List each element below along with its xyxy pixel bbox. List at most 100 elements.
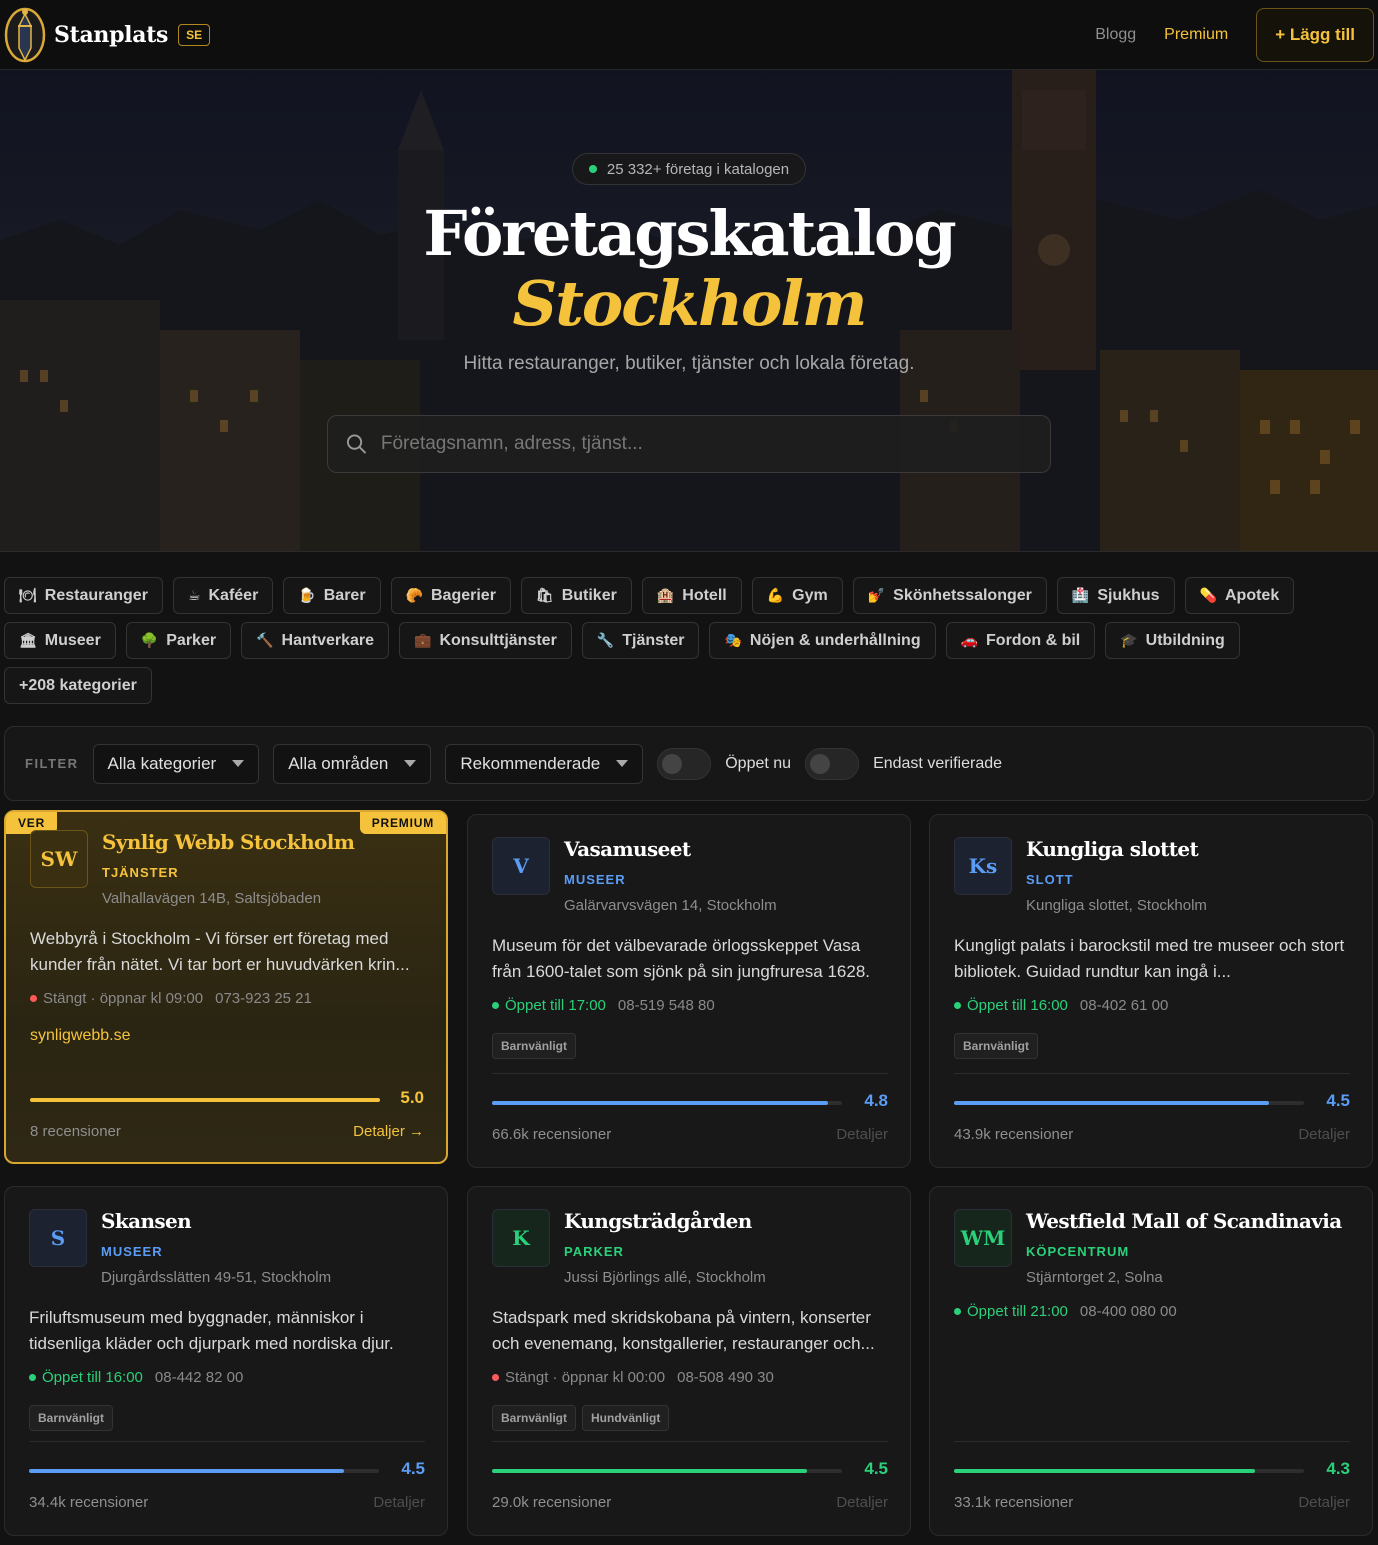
category-icon: 💼 xyxy=(414,632,432,648)
details-link[interactable]: Detaljer → xyxy=(353,1123,424,1140)
listing-card[interactable]: VER PREMIUM SW Synlig Webb Stockholm TJÄNSTE… xyxy=(4,810,448,1164)
category-chip[interactable]: 💅 Skönhetssalonger xyxy=(852,577,1047,614)
category-chip[interactable]: 💼 Konsulttjänster xyxy=(399,622,572,659)
listing-title[interactable]: Synlig Webb Stockholm xyxy=(102,830,355,854)
details-link[interactable]: Detaljer xyxy=(836,1494,888,1511)
filter-label: FILTER xyxy=(25,756,79,771)
category-icon: 🥐 xyxy=(405,587,423,603)
category-chip[interactable]: 🏥 Sjukhus xyxy=(1056,577,1175,614)
phone-number[interactable]: 08-508 490 30 xyxy=(677,1369,774,1386)
add-listing-button[interactable]: + Lägg till xyxy=(1256,8,1374,62)
listing-card[interactable]: WM Westfield Mall of Scandinavia KÖPCENTRU… xyxy=(929,1186,1373,1536)
category-chip-label: Utbildning xyxy=(1145,631,1225,649)
feature-badges: Barnvänligt Hundvänligt xyxy=(492,1405,670,1431)
phone-number[interactable]: 08-402 61 00 xyxy=(1080,997,1168,1014)
listing-card[interactable]: V Vasamuseet MUSEER Galärvarvsvägen 14, Sto… xyxy=(467,814,911,1168)
status-text: Öppet till 21:00 xyxy=(967,1303,1068,1320)
hero-search-bar[interactable] xyxy=(327,415,1051,473)
category-icon: 💪 xyxy=(766,587,785,603)
category-chip[interactable]: ☕ Kaféer xyxy=(172,577,274,614)
category-chip[interactable]: 🚗 Fordon & bil xyxy=(945,622,1096,659)
avatar: Ks xyxy=(954,837,1012,895)
category-chip[interactable]: 💊 Apotek xyxy=(1184,577,1295,614)
phone-number[interactable]: 073-923 25 21 xyxy=(215,990,312,1007)
area-select-value: Alla områden xyxy=(288,753,389,773)
category-chip-label: Barer xyxy=(323,586,366,604)
chevron-down-icon xyxy=(616,760,629,767)
category-chip-label: Fordon & bil xyxy=(986,631,1081,649)
listing-title[interactable]: Kungsträdgården xyxy=(564,1209,752,1233)
verified-only-label: Endast verifierade xyxy=(873,754,1003,772)
opening-status: Öppet till 16:00 08-402 61 00 xyxy=(954,997,1168,1014)
category-chip[interactable]: 🍺 Barer xyxy=(283,577,381,614)
category-chip-label: Hantverkare xyxy=(281,631,375,649)
category-chip-label: Butiker xyxy=(561,586,617,604)
listing-title[interactable]: Westfield Mall of Scandinavia xyxy=(1026,1209,1342,1233)
category-icon: 💊 xyxy=(1199,587,1217,603)
brand-name: Stanplats xyxy=(54,21,169,48)
logo-link[interactable]: Stanplats SE xyxy=(4,4,211,66)
avatar: K xyxy=(492,1209,550,1267)
status-text: Stängt · öppnar kl 09:00 xyxy=(43,990,204,1007)
listing-title[interactable]: Vasamuseet xyxy=(564,837,691,861)
category-chip[interactable]: 💪 Gym xyxy=(751,577,843,614)
category-chip[interactable]: 🛍 Butiker xyxy=(520,577,632,614)
listing-title[interactable]: Kungliga slottet xyxy=(1026,837,1199,861)
phone-number[interactable]: 08-442 82 00 xyxy=(155,1369,243,1386)
rating-score: 4.5 xyxy=(401,1459,425,1478)
verified-only-toggle[interactable] xyxy=(805,747,860,780)
listing-card[interactable]: Ks Kungliga slottet SLOTT Kungliga slottet,… xyxy=(929,814,1373,1168)
nav-premium-link[interactable]: Premium xyxy=(1164,26,1228,44)
nav-blog-link[interactable]: Blogg xyxy=(1095,26,1136,44)
category-chip[interactable]: 🥐 Bagerier xyxy=(390,577,511,614)
category-chip[interactable]: 🎓 Utbildning xyxy=(1105,622,1240,659)
company-count: 25 332+ företag i katalogen xyxy=(606,160,790,178)
category-chip[interactable]: 🌳 Parker xyxy=(125,622,232,659)
listing-card[interactable]: K Kungsträdgården PARKER Jussi Björlings al… xyxy=(467,1186,911,1536)
category-chip[interactable]: 🍽 Restauranger xyxy=(4,577,163,614)
live-dot-icon xyxy=(588,165,597,173)
area-select[interactable]: Alla områden xyxy=(273,743,432,784)
website-link[interactable]: synligwebb.se xyxy=(30,1027,131,1045)
details-link[interactable]: Detaljer xyxy=(1298,1126,1350,1143)
feature-badge: Barnvänligt xyxy=(492,1405,577,1431)
category-chip[interactable]: 🎭 Nöjen & underhållning xyxy=(709,622,936,659)
category-chip[interactable]: 🔧 Tjänster xyxy=(581,622,700,659)
category-icon: 🚗 xyxy=(960,632,979,648)
category-icon: 🔨 xyxy=(256,632,274,648)
avatar: SW xyxy=(30,830,88,888)
details-link[interactable]: Detaljer xyxy=(1298,1494,1350,1511)
hero-title: Företagskatalog xyxy=(423,197,956,270)
listing-card[interactable]: S Skansen MUSEER Djurgårdsslätten 49-51, St… xyxy=(4,1186,448,1536)
open-now-toggle[interactable] xyxy=(657,747,712,780)
phone-number[interactable]: 08-519 548 80 xyxy=(618,997,715,1014)
country-badge: SE xyxy=(178,23,211,46)
hero-city: Stockholm xyxy=(512,267,867,340)
category-chip[interactable]: 🏛 Museer xyxy=(4,622,116,659)
review-count: 8 recensioner xyxy=(30,1123,121,1140)
status-text: Öppet till 16:00 xyxy=(967,997,1068,1014)
search-input[interactable] xyxy=(380,433,1032,455)
rating-score: 5.0 xyxy=(400,1088,424,1107)
category-chip[interactable]: 🏨 Hotell xyxy=(641,577,742,614)
sort-select[interactable]: Rekommenderade xyxy=(445,743,644,784)
category-select[interactable]: Alla kategorier xyxy=(92,743,260,784)
listing-category: MUSEER xyxy=(564,872,626,887)
open-now-label: Öppet nu xyxy=(725,754,792,772)
rating-bar xyxy=(29,1469,379,1473)
category-chip[interactable]: 🔨 Hantverkare xyxy=(241,622,390,659)
feature-badges: Barnvänligt xyxy=(492,1033,577,1059)
details-link[interactable]: Detaljer xyxy=(373,1494,425,1511)
category-chip-label: Parker xyxy=(166,631,217,649)
details-link[interactable]: Detaljer xyxy=(836,1126,888,1143)
card-divider xyxy=(29,1441,425,1442)
listing-title[interactable]: Skansen xyxy=(101,1209,192,1233)
phone-number[interactable]: 08-400 080 00 xyxy=(1080,1303,1177,1320)
rating-bar xyxy=(492,1101,842,1105)
listing-category: KÖPCENTRUM xyxy=(1026,1244,1130,1259)
category-chip[interactable]: +208 kategorier xyxy=(4,667,152,704)
filter-bar: FILTER Alla kategorier Alla områden Reko… xyxy=(4,726,1374,801)
review-count: 33.1k recensioner xyxy=(954,1494,1074,1511)
opening-status: Öppet till 21:00 08-400 080 00 xyxy=(954,1303,1177,1320)
listing-description: Kungligt palats i barockstil med tre mus… xyxy=(954,936,1345,981)
